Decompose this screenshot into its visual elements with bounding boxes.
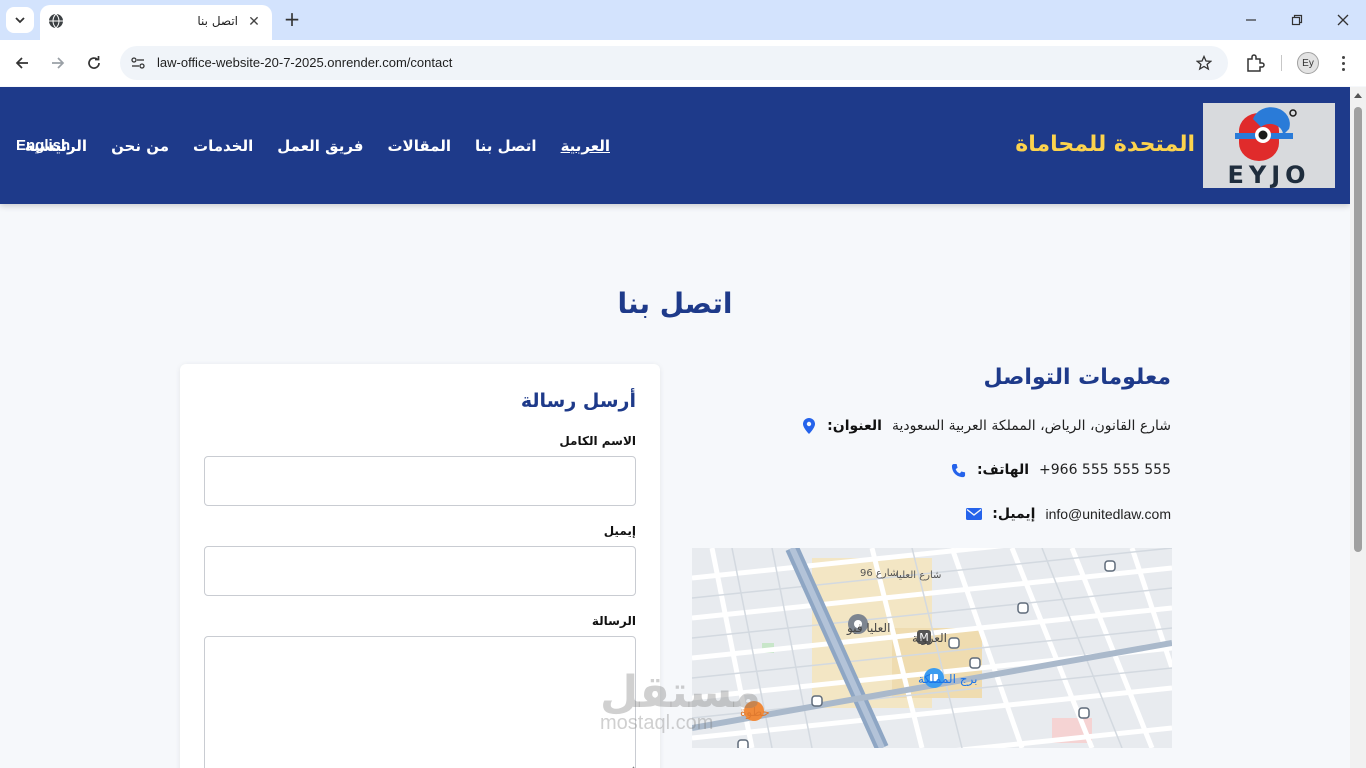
mostaql-watermark: مستقل mostaql.com: [600, 667, 761, 735]
email-row: إيميل: info@unitedlaw.com: [966, 506, 1171, 522]
brand-name[interactable]: المتحدة للمحاماة: [1015, 132, 1195, 157]
map-graphic: M برج المملكة العليا فيو العروبة شارع ال…: [692, 548, 1172, 748]
address-label: العنوان:: [827, 418, 882, 434]
map-pin-icon: [801, 418, 817, 434]
extensions-puzzle-icon[interactable]: [1244, 52, 1266, 74]
address-bar[interactable]: law-office-website-20-7-2025.onrender.co…: [120, 46, 1228, 80]
contact-info-title: معلومات التواصل: [983, 365, 1171, 390]
tab-close-icon[interactable]: ✕: [246, 14, 262, 30]
map-label-olaya-street: شارع العليا: [896, 570, 941, 581]
arrow-right-icon: [52, 57, 65, 69]
email-field-label: إيميل: [603, 524, 636, 538]
contact-form-card: أرسل رسالة الاسم الكامل إيميل الرسالة: [180, 364, 660, 768]
map-label-street-96: شارع 96: [860, 568, 898, 579]
map-label-kingdom-tower: برج المملكة: [918, 672, 977, 687]
email-label: إيميل:: [992, 506, 1036, 522]
tab-search-button[interactable]: [6, 7, 34, 33]
minimize-icon: [1246, 19, 1256, 21]
page-scrollbar[interactable]: [1350, 87, 1366, 768]
logo-graphic: EYJO: [1227, 107, 1310, 188]
envelope-icon: [966, 506, 983, 522]
phone-value[interactable]: +966 555 555 555: [1039, 462, 1171, 478]
logo-text: EYJO: [1227, 161, 1310, 188]
new-tab-button[interactable]: +: [282, 9, 302, 29]
scroll-up-arrow-icon[interactable]: [1354, 93, 1362, 98]
watermark-arabic: مستقل: [600, 667, 761, 718]
toolbar-separator: [1281, 55, 1282, 71]
restore-button[interactable]: [1287, 10, 1307, 30]
browser-toolbar: law-office-website-20-7-2025.onrender.co…: [0, 40, 1366, 86]
nav-services[interactable]: الخدمات: [193, 137, 253, 155]
scroll-thumb[interactable]: [1354, 107, 1362, 552]
reload-icon: [88, 56, 100, 69]
forward-button[interactable]: [47, 52, 69, 74]
back-button[interactable]: [11, 52, 33, 74]
message-field-label: الرسالة: [591, 614, 636, 628]
tab-title: اتصل بنا: [197, 14, 238, 28]
close-window-button[interactable]: [1333, 10, 1353, 30]
email-input[interactable]: [204, 546, 636, 596]
bookmark-button[interactable]: [1194, 53, 1214, 73]
location-map[interactable]: M برج المملكة العليا فيو العروبة شارع ال…: [692, 548, 1172, 748]
profile-avatar[interactable]: Ey: [1297, 52, 1319, 74]
browser-tab-active[interactable]: اتصل بنا ✕: [40, 5, 272, 40]
address-value: شارع القانون، الرياض، المملكة العربية ال…: [891, 418, 1171, 434]
email-value[interactable]: info@unitedlaw.com: [1045, 506, 1171, 522]
form-title: أرسل رسالة: [520, 390, 636, 412]
browser-tabbar: اتصل بنا ✕ +: [0, 0, 1366, 40]
chevron-down-icon: [15, 17, 25, 24]
nav-lang-english[interactable]: English: [16, 137, 70, 154]
nav-team[interactable]: فريق العمل: [277, 137, 363, 155]
site-info-icon[interactable]: [130, 55, 146, 71]
page-title: اتصل بنا: [617, 287, 733, 320]
phone-row: الهاتف: +966 555 555 555: [951, 462, 1171, 478]
close-icon: [1337, 14, 1349, 26]
nav-lang-arabic[interactable]: العربية: [561, 137, 610, 155]
minimize-button[interactable]: [1241, 10, 1261, 30]
star-icon: [1196, 55, 1212, 71]
name-field-label: الاسم الكامل: [559, 434, 636, 448]
message-textarea[interactable]: [204, 636, 636, 768]
site-nav: الرئيسية من نحن الخدمات فريق العمل المقا…: [25, 137, 610, 155]
full-name-input[interactable]: [204, 456, 636, 506]
arrow-left-icon: [15, 57, 28, 69]
phone-icon: [951, 462, 967, 478]
browser-menu-icon[interactable]: [1336, 52, 1350, 74]
nav-about[interactable]: من نحن: [111, 137, 169, 155]
nav-contact[interactable]: اتصل بنا: [475, 137, 537, 155]
reload-button[interactable]: [83, 52, 105, 74]
page-viewport: EYJO المتحدة للمحاماة الرئيسية من نحن ال…: [0, 87, 1350, 768]
site-logo[interactable]: EYJO: [1203, 103, 1335, 188]
nav-articles[interactable]: المقالات: [387, 137, 451, 155]
map-label-olaya-view: العليا فيو: [846, 621, 890, 636]
site-header: EYJO المتحدة للمحاماة الرئيسية من نحن ال…: [0, 87, 1350, 204]
url-text[interactable]: law-office-website-20-7-2025.onrender.co…: [157, 55, 452, 70]
address-row: العنوان: شارع القانون، الرياض، المملكة ا…: [801, 418, 1171, 434]
phone-label: الهاتف:: [976, 462, 1030, 478]
globe-icon: [49, 13, 63, 29]
restore-icon: [1291, 14, 1303, 26]
map-label-orouba: العروبة: [912, 631, 947, 646]
